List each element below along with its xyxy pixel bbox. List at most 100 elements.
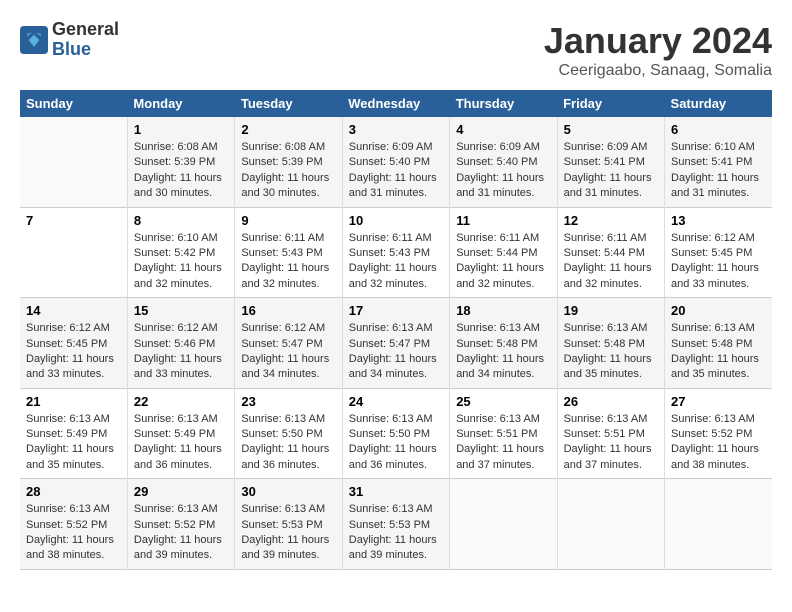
day-number: 31 (349, 484, 443, 499)
calendar-header: SundayMondayTuesdayWednesdayThursdayFrid… (20, 90, 772, 117)
calendar-cell: 19 Sunrise: 6:13 AM Sunset: 5:48 PM Dayli… (557, 298, 664, 389)
day-info: Sunrise: 6:13 AM Sunset: 5:52 PM Dayligh… (671, 412, 766, 474)
day-number: 29 (134, 484, 228, 499)
day-info: Sunrise: 6:10 AM Sunset: 5:41 PM Dayligh… (671, 140, 766, 202)
calendar-cell: 11 Sunrise: 6:11 AM Sunset: 5:44 PM Dayli… (450, 207, 557, 298)
day-info: Sunrise: 6:13 AM Sunset: 5:48 PM Dayligh… (564, 321, 658, 383)
header: General Blue January 2024 Ceerigaabo, Sa… (20, 20, 772, 80)
weekday-header: Friday (557, 90, 664, 117)
calendar-week-row: 78 Sunrise: 6:10 AM Sunset: 5:42 PM Dayli… (20, 207, 772, 298)
day-number: 1 (134, 122, 228, 137)
day-number: 7 (26, 213, 121, 228)
day-number: 13 (671, 213, 766, 228)
day-info: Sunrise: 6:13 AM Sunset: 5:48 PM Dayligh… (456, 321, 550, 383)
day-info: Sunrise: 6:13 AM Sunset: 5:50 PM Dayligh… (349, 412, 443, 474)
calendar-cell: 25Sunrise: 6:13 AM Sunset: 5:51 PM Dayli… (450, 388, 557, 479)
day-info: Sunrise: 6:10 AM Sunset: 5:42 PM Dayligh… (134, 231, 228, 293)
day-number: 8 (134, 213, 228, 228)
calendar-cell: 9Sunrise: 6:11 AM Sunset: 5:43 PM Daylig… (235, 207, 342, 298)
day-info: Sunrise: 6:13 AM Sunset: 5:50 PM Dayligh… (241, 412, 335, 474)
calendar-cell: 2 Sunrise: 6:08 AM Sunset: 5:39 PM Daylig… (235, 117, 342, 207)
calendar-cell (20, 117, 127, 207)
day-number: 20 (671, 303, 766, 318)
weekday-header: Saturday (665, 90, 772, 117)
calendar-cell: 14Sunrise: 6:12 AM Sunset: 5:45 PM Dayli… (20, 298, 127, 389)
calendar-cell: 16 Sunrise: 6:12 AM Sunset: 5:47 PM Dayli… (235, 298, 342, 389)
calendar-title: January 2024 (544, 20, 772, 62)
day-info: Sunrise: 6:11 AM Sunset: 5:43 PM Dayligh… (241, 231, 335, 293)
calendar-cell: 17 Sunrise: 6:13 AM Sunset: 5:47 PM Dayli… (342, 298, 449, 389)
day-info: Sunrise: 6:13 AM Sunset: 5:47 PM Dayligh… (349, 321, 443, 383)
day-info: Sunrise: 6:08 AM Sunset: 5:39 PM Dayligh… (134, 140, 228, 202)
day-info: Sunrise: 6:09 AM Sunset: 5:40 PM Dayligh… (456, 140, 550, 202)
day-number: 19 (564, 303, 658, 318)
calendar-cell: 7 (20, 207, 127, 298)
day-number: 6 (671, 122, 766, 137)
calendar-week-row: 21 Sunrise: 6:13 AM Sunset: 5:49 PM Dayli… (20, 388, 772, 479)
logo-icon (20, 26, 48, 54)
day-number: 22 (134, 394, 228, 409)
day-number: 21 (26, 394, 121, 409)
title-area: January 2024 Ceerigaabo, Sanaag, Somalia (544, 20, 772, 80)
calendar-cell: 30Sunrise: 6:13 AM Sunset: 5:53 PM Dayli… (235, 479, 342, 570)
day-info: Sunrise: 6:13 AM Sunset: 5:49 PM Dayligh… (134, 412, 228, 474)
calendar-cell (665, 479, 772, 570)
day-info: Sunrise: 6:11 AM Sunset: 5:44 PM Dayligh… (564, 231, 658, 293)
day-info: Sunrise: 6:13 AM Sunset: 5:48 PM Dayligh… (671, 321, 766, 383)
day-info: Sunrise: 6:13 AM Sunset: 5:51 PM Dayligh… (564, 412, 658, 474)
calendar-cell: 27 Sunrise: 6:13 AM Sunset: 5:52 PM Dayli… (665, 388, 772, 479)
weekday-header: Tuesday (235, 90, 342, 117)
day-number: 2 (241, 122, 335, 137)
weekday-header: Thursday (450, 90, 557, 117)
calendar-table: SundayMondayTuesdayWednesdayThursdayFrid… (20, 90, 772, 570)
logo: General Blue (20, 20, 119, 60)
day-info: Sunrise: 6:13 AM Sunset: 5:52 PM Dayligh… (26, 502, 121, 564)
calendar-cell: 22 Sunrise: 6:13 AM Sunset: 5:49 PM Dayli… (127, 388, 234, 479)
calendar-cell: 15Sunrise: 6:12 AM Sunset: 5:46 PM Dayli… (127, 298, 234, 389)
calendar-week-row: 1 Sunrise: 6:08 AM Sunset: 5:39 PM Daylig… (20, 117, 772, 207)
day-number: 10 (349, 213, 443, 228)
day-number: 25 (456, 394, 550, 409)
calendar-cell: 10 Sunrise: 6:11 AM Sunset: 5:43 PM Dayli… (342, 207, 449, 298)
weekday-header: Monday (127, 90, 234, 117)
calendar-cell: 13Sunrise: 6:12 AM Sunset: 5:45 PM Dayli… (665, 207, 772, 298)
day-number: 17 (349, 303, 443, 318)
day-info: Sunrise: 6:13 AM Sunset: 5:52 PM Dayligh… (134, 502, 228, 564)
calendar-cell: 21 Sunrise: 6:13 AM Sunset: 5:49 PM Dayli… (20, 388, 127, 479)
day-info: Sunrise: 6:11 AM Sunset: 5:43 PM Dayligh… (349, 231, 443, 293)
calendar-week-row: 14Sunrise: 6:12 AM Sunset: 5:45 PM Dayli… (20, 298, 772, 389)
day-number: 23 (241, 394, 335, 409)
day-info: Sunrise: 6:09 AM Sunset: 5:40 PM Dayligh… (349, 140, 443, 202)
calendar-cell: 20 Sunrise: 6:13 AM Sunset: 5:48 PM Dayli… (665, 298, 772, 389)
day-info: Sunrise: 6:13 AM Sunset: 5:49 PM Dayligh… (26, 412, 121, 474)
calendar-cell: 8 Sunrise: 6:10 AM Sunset: 5:42 PM Daylig… (127, 207, 234, 298)
day-number: 27 (671, 394, 766, 409)
day-number: 12 (564, 213, 658, 228)
day-number: 4 (456, 122, 550, 137)
day-info: Sunrise: 6:11 AM Sunset: 5:44 PM Dayligh… (456, 231, 550, 293)
calendar-cell: 29 Sunrise: 6:13 AM Sunset: 5:52 PM Dayli… (127, 479, 234, 570)
calendar-cell: 5Sunrise: 6:09 AM Sunset: 5:41 PM Daylig… (557, 117, 664, 207)
day-info: Sunrise: 6:09 AM Sunset: 5:41 PM Dayligh… (564, 140, 658, 202)
weekday-header: Sunday (20, 90, 127, 117)
calendar-cell: 12 Sunrise: 6:11 AM Sunset: 5:44 PM Dayli… (557, 207, 664, 298)
day-number: 28 (26, 484, 121, 499)
day-info: Sunrise: 6:13 AM Sunset: 5:53 PM Dayligh… (241, 502, 335, 564)
day-number: 3 (349, 122, 443, 137)
calendar-cell (450, 479, 557, 570)
weekday-row: SundayMondayTuesdayWednesdayThursdayFrid… (20, 90, 772, 117)
day-info: Sunrise: 6:08 AM Sunset: 5:39 PM Dayligh… (241, 140, 335, 202)
day-info: Sunrise: 6:12 AM Sunset: 5:47 PM Dayligh… (241, 321, 335, 383)
calendar-body: 1 Sunrise: 6:08 AM Sunset: 5:39 PM Daylig… (20, 117, 772, 569)
day-number: 11 (456, 213, 550, 228)
calendar-cell: 4 Sunrise: 6:09 AM Sunset: 5:40 PM Daylig… (450, 117, 557, 207)
calendar-cell: 24Sunrise: 6:13 AM Sunset: 5:50 PM Dayli… (342, 388, 449, 479)
day-number: 26 (564, 394, 658, 409)
day-number: 14 (26, 303, 121, 318)
calendar-cell: 6 Sunrise: 6:10 AM Sunset: 5:41 PM Daylig… (665, 117, 772, 207)
calendar-cell: 23 Sunrise: 6:13 AM Sunset: 5:50 PM Dayli… (235, 388, 342, 479)
day-number: 16 (241, 303, 335, 318)
calendar-subtitle: Ceerigaabo, Sanaag, Somalia (544, 62, 772, 80)
calendar-cell: 28 Sunrise: 6:13 AM Sunset: 5:52 PM Dayli… (20, 479, 127, 570)
day-number: 18 (456, 303, 550, 318)
